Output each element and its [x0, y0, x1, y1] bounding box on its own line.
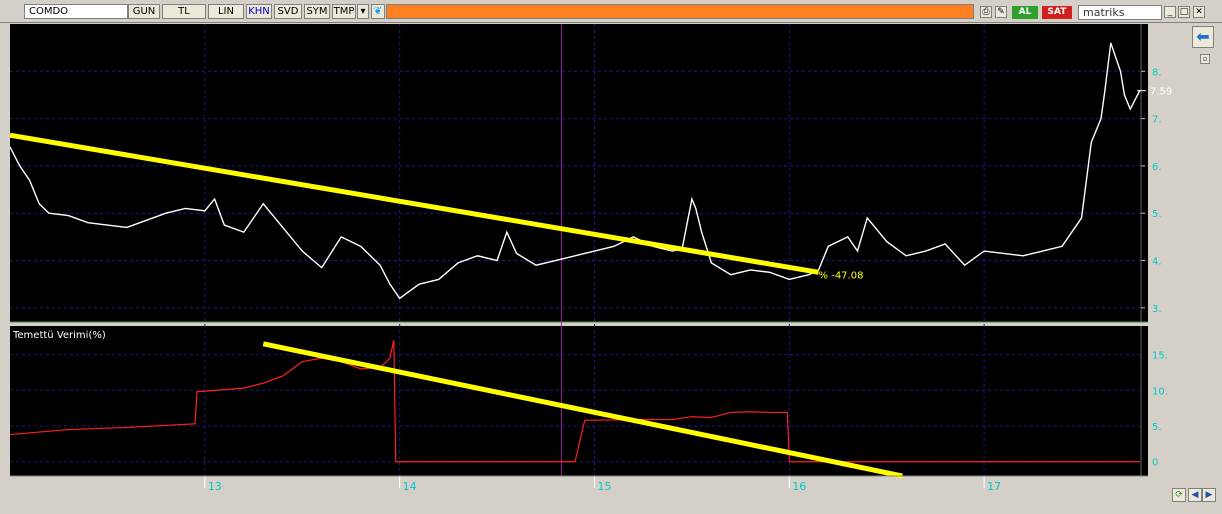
y-tick-label: 3. — [1152, 304, 1162, 315]
brand-logo: matriks — [1078, 5, 1162, 20]
lin-button[interactable]: LIN — [208, 4, 244, 19]
indicator-title: Temettü Verimi(%) — [12, 330, 106, 341]
chart-canvas[interactable]: 13 14 15 16 173.4.5.6.7.8.05.10.15.% -47.087… — [0, 22, 1190, 492]
last-value-label: 7.59 — [1150, 87, 1172, 98]
minimize-icon[interactable]: _ — [1164, 6, 1176, 18]
khn-button[interactable]: KHN — [246, 4, 272, 19]
refresh-icon[interactable]: ⟳ — [1172, 488, 1186, 502]
dropdown-arrow-icon[interactable]: ▾ — [357, 4, 369, 19]
panel-toggle-icon[interactable]: ▫ — [1200, 54, 1210, 64]
print-icon[interactable]: ⎙ — [980, 6, 992, 18]
toolbar: COMDO GUN TL LIN KHN SVD SYM TMP ▾ ❦ ⎙ ✎… — [0, 0, 1222, 23]
y-tick-label: 5. — [1152, 209, 1162, 220]
scroll-left-icon[interactable]: ◀ — [1188, 488, 1202, 502]
maximize-icon[interactable]: □ — [1178, 6, 1190, 18]
buy-button[interactable]: AL — [1012, 6, 1038, 19]
edit-icon[interactable]: ✎ — [995, 6, 1007, 18]
twitter-icon[interactable]: ❦ — [371, 4, 385, 19]
y-tick-label: 6. — [1152, 162, 1162, 173]
trendline-change-label: % -47.08 — [819, 270, 864, 281]
sym-button[interactable]: SYM — [304, 4, 330, 19]
news-ticker-bar[interactable] — [386, 4, 974, 19]
tmp-button[interactable]: TMP — [332, 4, 356, 19]
back-arrow-icon[interactable]: ⬅ — [1192, 26, 1214, 48]
symbol-field[interactable]: COMDO — [24, 4, 128, 19]
indicator-tick-label: 15. — [1152, 351, 1168, 362]
gun-button[interactable]: GUN — [128, 4, 160, 19]
close-icon[interactable]: ✕ — [1193, 6, 1205, 18]
y-tick-label: 8. — [1152, 67, 1162, 78]
scroll-right-icon[interactable]: ▶ — [1202, 488, 1216, 502]
price-panel[interactable] — [10, 24, 1148, 322]
indicator-tick-label: 10. — [1152, 386, 1168, 397]
chart-sidebar — [1190, 24, 1222, 494]
sell-button[interactable]: SAT — [1042, 6, 1072, 19]
indicator-tick-label: 0 — [1152, 458, 1158, 469]
y-tick-label: 4. — [1152, 257, 1162, 268]
indicator-tick-label: 5. — [1152, 422, 1162, 433]
indicator-panel[interactable] — [10, 326, 1148, 476]
y-tick-label: 7. — [1152, 115, 1162, 126]
svd-button[interactable]: SVD — [274, 4, 302, 19]
tl-button[interactable]: TL — [162, 4, 206, 19]
panel-divider[interactable] — [10, 322, 1148, 326]
